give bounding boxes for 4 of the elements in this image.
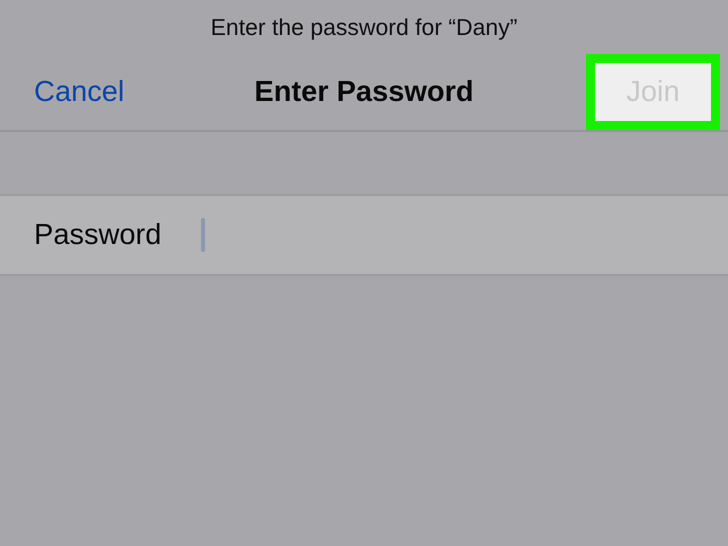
cancel-button[interactable]: Cancel <box>34 76 124 108</box>
nav-title: Enter Password <box>254 76 474 108</box>
field-label: Password <box>34 218 162 252</box>
prompt-text: Enter the password for “Dany” <box>210 14 518 42</box>
